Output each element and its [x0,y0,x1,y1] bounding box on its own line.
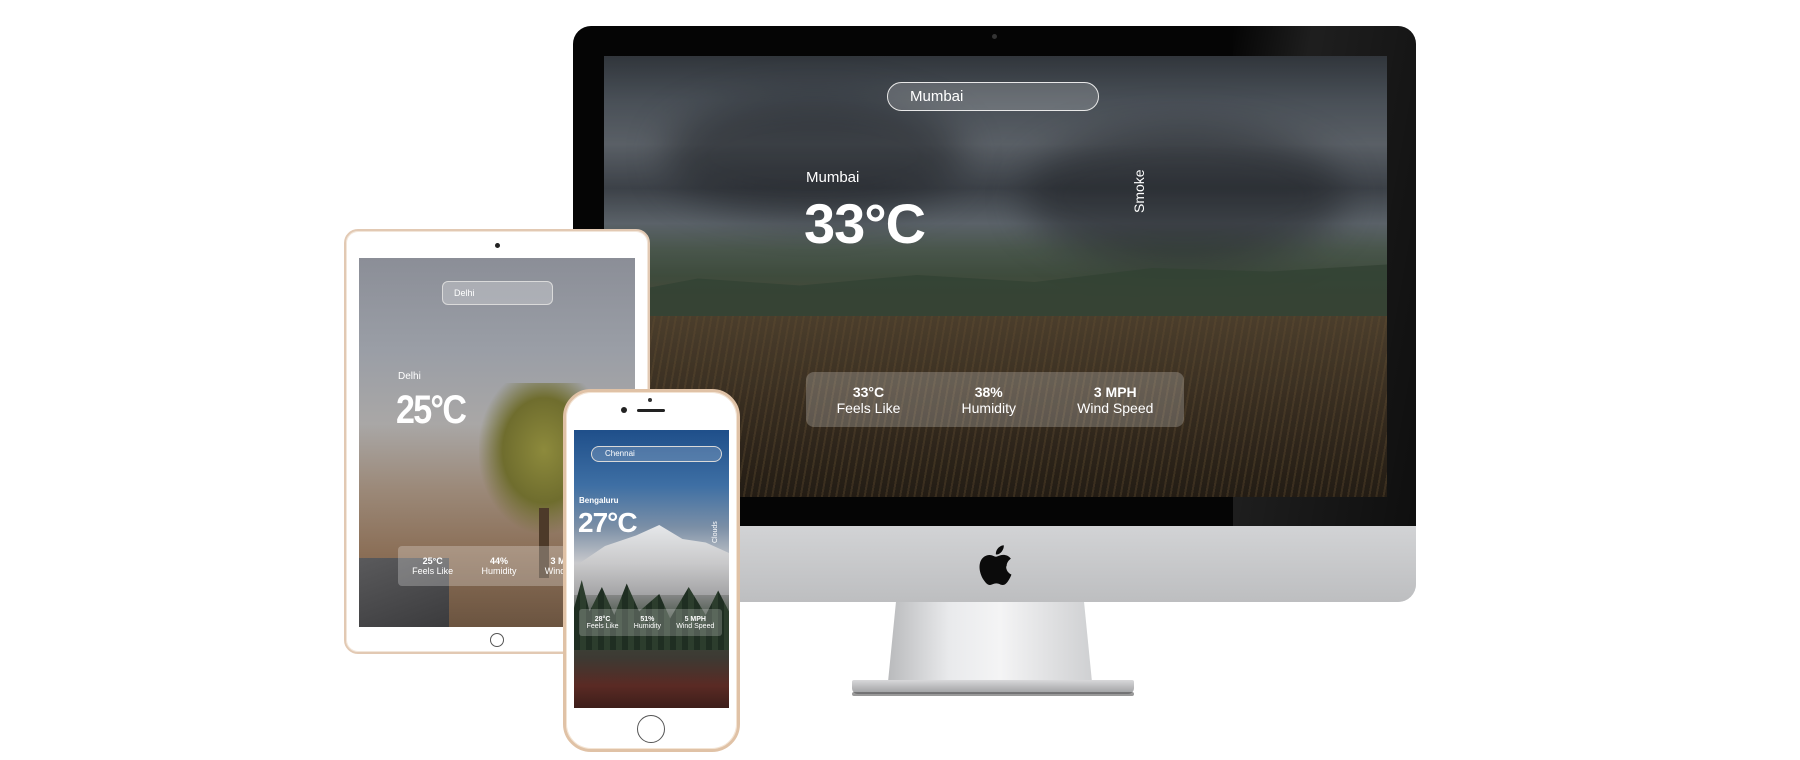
humidity-label: Humidity [961,399,1016,416]
iphone-home-button [637,715,665,743]
phone-weather-app: Chennai Bengaluru 27°C Clouds 28°C Feels… [574,430,729,708]
feels-like-stat: 25°C Feels Like [412,556,453,576]
feels-like-label: Feels Like [836,399,901,416]
wind-speed-stat: 3 MPH Wind Speed [1077,384,1153,416]
iphone-camera [621,407,627,413]
apple-logo-icon [979,545,1012,586]
feels-like-stat: 33°C Feels Like [837,384,901,416]
city-name: Mumbai [806,169,860,186]
feels-like-label: Feels Like [412,566,454,576]
humidity-value: 38% [974,383,1003,400]
humidity-label: Humidity [481,566,517,576]
weather-description: Smoke [1131,169,1147,213]
feels-like-value: 33°C [852,383,885,400]
feels-like-label: Feels Like [586,622,619,630]
city-search-input[interactable] [887,82,1099,111]
wind-speed-label: Wind Speed [1077,399,1154,416]
feels-like-value: 28°C [594,615,611,623]
iphone-sensor [648,398,652,402]
temperature: 25°C [396,388,467,432]
feels-like-stat: 28°C Feels Like [587,616,619,630]
weather-stats-panel: 33°C Feels Like 38% Humidity 3 MPH Wind … [806,372,1184,427]
humidity-label: Humidity [633,622,661,630]
imac-stand-shadow [852,692,1134,696]
humidity-value: 51% [640,615,655,623]
ipad-camera [495,243,500,248]
device-mockup-stage: Mumbai 33°C Smoke 33°C Feels Like 38% Hu… [0,0,1800,760]
temperature: 27°C [578,507,638,538]
iphone-speaker [637,409,665,412]
city-search-input[interactable]: Delhi [442,281,553,305]
city-name: Delhi [398,371,421,382]
weather-description: Clouds [712,521,719,543]
weather-stats-panel: 28°C Feels Like 51% Humidity 5 MPH Wind … [579,609,722,636]
wind-speed-stat: 5 MPH Wind Speed [676,616,714,630]
humidity-stat: 38% Humidity [962,384,1016,416]
wind-speed-label: Wind Speed [676,622,715,630]
wind-speed-value: 5 MPH [684,615,706,623]
humidity-stat: 51% Humidity [634,616,661,630]
city-name: Bengaluru [579,496,619,505]
imac-camera [992,34,997,39]
humidity-value: 44% [489,556,508,566]
city-search-input[interactable]: Chennai [591,446,722,462]
wind-speed-value: 3 MPH [1093,383,1137,400]
ipad-home-button [490,633,504,647]
temperature: 33°C [804,192,926,255]
humidity-stat: 44% Humidity [481,556,516,576]
feels-like-value: 25°C [422,556,443,566]
imac-stand [888,600,1092,682]
